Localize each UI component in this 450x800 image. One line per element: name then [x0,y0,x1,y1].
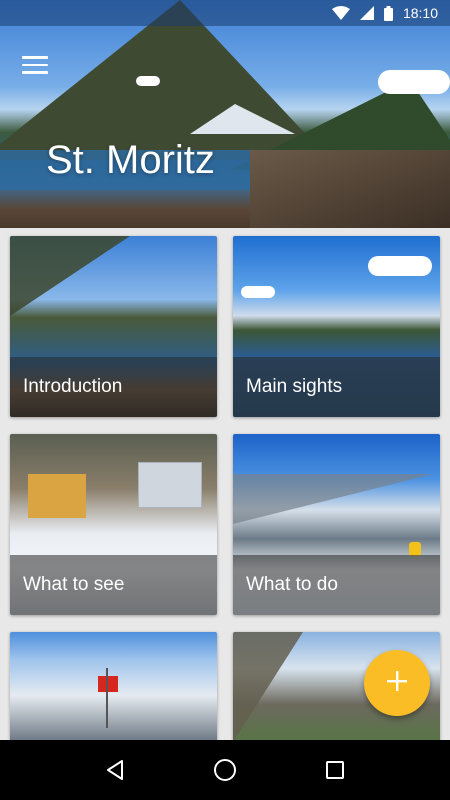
card-label: Main sights [246,376,343,397]
home-icon[interactable] [205,750,245,790]
card-what-to-do[interactable]: What to do [233,434,440,615]
card-what-to-see[interactable]: What to see [10,434,217,615]
card-main-sights[interactable]: Main sights [233,236,440,417]
hamburger-menu-icon[interactable] [16,48,54,82]
card-label-bar: Introduction [10,357,217,417]
navigation-bar [0,740,450,800]
back-icon[interactable] [95,750,135,790]
recents-icon[interactable] [315,750,355,790]
card-image-mountain [10,236,130,316]
card-image-5[interactable] [10,632,217,740]
header-cloud [378,70,450,94]
page-title: St. Moritz [46,138,215,182]
header-image [0,0,450,228]
add-fab-button[interactable] [364,650,430,716]
plus-icon [386,670,408,697]
card-image-cloud [241,286,275,298]
status-bar: 18:10 [0,0,450,26]
swiss-flag-icon [98,676,118,692]
card-image-pavilion [138,462,202,508]
header-snow-peak [190,104,295,134]
card-image-cliff [233,632,303,740]
status-time: 18:10 [402,5,438,21]
card-label: Introduction [23,376,123,397]
wifi-icon [331,6,350,20]
card-introduction[interactable]: Introduction [10,236,217,417]
card-label-bar: Main sights [233,357,440,417]
battery-icon [383,5,393,21]
header-cloud [136,76,160,86]
card-image-building [28,474,86,518]
card-label-bar: What to see [10,555,217,615]
card-image-cloud [368,256,432,276]
card-image-mountain [233,474,433,524]
card-label: What to see [23,574,125,595]
card-image-skier [409,542,421,556]
card-label-bar: What to do [233,555,440,615]
flag-pole [106,668,108,728]
signal-icon [359,6,374,20]
header-town [250,150,450,228]
card-label: What to do [246,574,338,595]
